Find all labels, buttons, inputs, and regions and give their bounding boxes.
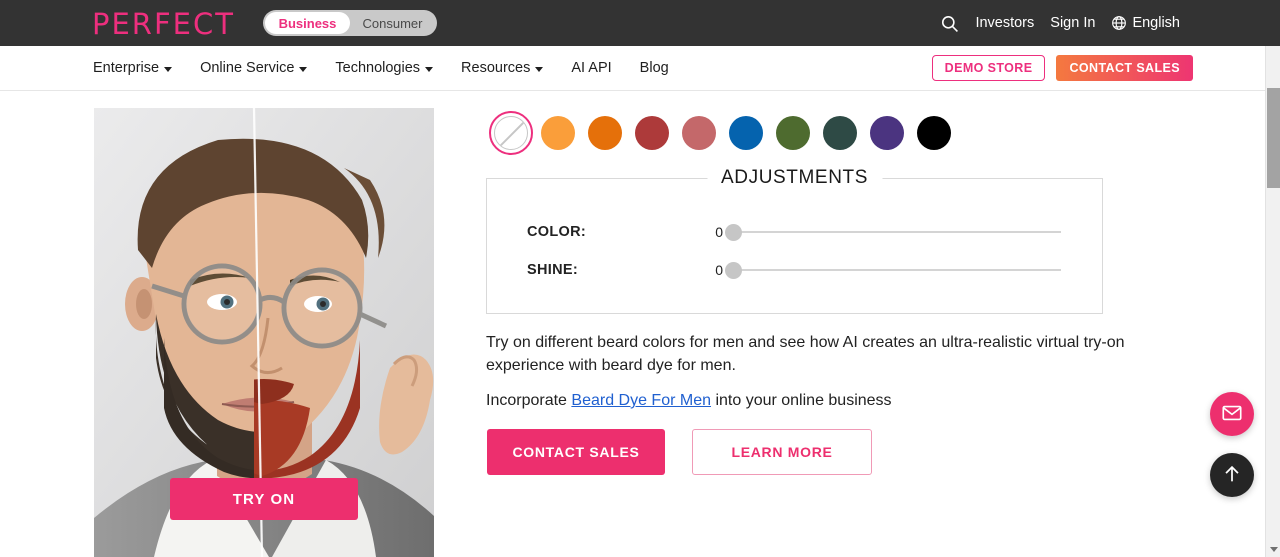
contact-sales-button[interactable]: CONTACT SALES [487,429,665,475]
chevron-down-icon [299,67,307,72]
color-slider-track[interactable] [731,231,1061,233]
adjustments-panel: ADJUSTMENTS COLOR: 0 SHINE: 0 [486,178,1103,314]
swatch-olive-green[interactable] [769,109,816,156]
swatch-amber[interactable] [534,109,581,156]
incorporate-paragraph: Incorporate Beard Dye For Men into your … [486,389,1176,412]
nav-item-technologies[interactable]: Technologies [335,60,433,76]
incorporate-prefix: Incorporate [486,392,571,409]
color-slider-label: COLOR: [527,224,707,240]
slider-row-shine: SHINE: 0 [527,260,1067,280]
beard-dye-link[interactable]: Beard Dye For Men [571,392,711,409]
chevron-down-icon [535,67,543,72]
shine-slider-value: 0 [707,262,723,278]
arrow-up-icon [1221,463,1243,488]
toggle-option-business[interactable]: Business [265,12,350,34]
nav-label: Enterprise [93,60,159,76]
nav-label: Blog [640,60,669,76]
top-bar: PERFECT Business Consumer Investors Sign… [0,0,1265,46]
top-bar-right: Investors Sign In English [940,0,1180,46]
toggle-option-consumer[interactable]: Consumer [350,12,435,34]
nav-item-ai-api[interactable]: AI API [571,60,611,76]
shine-slider-label: SHINE: [527,262,707,278]
swatch-dark-teal[interactable] [816,109,863,156]
learn-more-button[interactable]: LEARN MORE [692,429,872,475]
incorporate-suffix: into your online business [711,392,892,409]
swatch-black[interactable] [910,109,957,156]
brand-logo[interactable]: PERFECT [92,7,235,41]
envelope-icon [1221,402,1243,427]
color-slider[interactable] [725,222,1061,242]
scrollbar-header-overlay [1265,0,1280,46]
swatch-dusty-rose[interactable] [675,109,722,156]
investors-link[interactable]: Investors [975,15,1034,31]
cta-button-group: CONTACT SALES LEARN MORE [487,429,872,475]
adjustments-title: ADJUSTMENTS [707,167,882,189]
no-color-icon [489,111,533,155]
language-label[interactable]: English [1132,15,1180,31]
slider-row-color: COLOR: 0 [527,222,1067,242]
color-slider-value: 0 [707,224,723,240]
contact-sales-header-button[interactable]: CONTACT SALES [1056,55,1193,81]
swatch-brick-red[interactable] [628,109,675,156]
nav-item-enterprise[interactable]: Enterprise [93,60,172,76]
scrollbar-down-arrow[interactable] [1266,541,1280,557]
globe-icon [1111,15,1127,31]
nav-item-online-service[interactable]: Online Service [200,60,307,76]
language-selector[interactable]: English [1111,15,1180,31]
chevron-down-icon [1270,547,1278,552]
shine-slider-handle[interactable] [725,262,742,279]
tryon-preview-image[interactable]: TRY ON [94,108,434,557]
try-on-button[interactable]: TRY ON [170,478,358,520]
nav-label: Technologies [335,60,420,76]
swatch-blue[interactable] [722,109,769,156]
color-slider-handle[interactable] [725,224,742,241]
chevron-down-icon [425,67,433,72]
contact-mail-fab[interactable] [1210,392,1254,436]
swatch-purple[interactable] [863,109,910,156]
page-scrollbar[interactable] [1265,0,1280,557]
shine-slider[interactable] [725,260,1061,280]
nav-item-blog[interactable]: Blog [640,60,669,76]
shine-slider-track[interactable] [731,269,1061,271]
chevron-down-icon [164,67,172,72]
nav-label: Resources [461,60,530,76]
nav-label: AI API [571,60,611,76]
color-swatch-row [487,109,957,156]
scrollbar-thumb[interactable] [1267,88,1280,188]
description-paragraph: Try on different beard colors for men an… [486,331,1176,377]
sign-in-link[interactable]: Sign In [1050,15,1095,31]
main-nav: Enterprise Online Service Technologies R… [0,46,1265,91]
nav-cta-group: DEMO STORE CONTACT SALES [932,46,1193,90]
scroll-to-top-fab[interactable] [1210,453,1254,497]
search-icon[interactable] [940,14,959,33]
demo-store-button[interactable]: DEMO STORE [932,55,1046,81]
swatch-none[interactable] [487,109,534,156]
swatch-orange[interactable] [581,109,628,156]
nav-item-list: Enterprise Online Service Technologies R… [93,46,669,90]
nav-label: Online Service [200,60,294,76]
audience-toggle[interactable]: Business Consumer [263,10,437,36]
nav-item-resources[interactable]: Resources [461,60,543,76]
page-root: PERFECT Business Consumer Investors Sign… [0,0,1280,557]
